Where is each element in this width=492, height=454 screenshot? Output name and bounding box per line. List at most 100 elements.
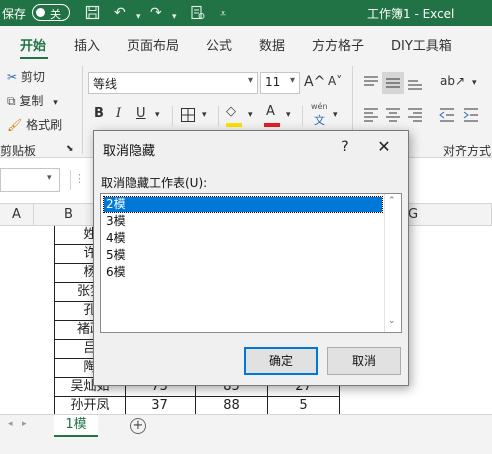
font-color-dropdown-icon[interactable]: ▾ xyxy=(286,110,291,120)
align-center-icon xyxy=(386,108,400,122)
group-divider xyxy=(82,66,83,154)
toggle-knob xyxy=(36,8,45,17)
grow-font-button[interactable]: A^ xyxy=(304,74,325,90)
tab-data[interactable]: 数据 xyxy=(259,35,285,54)
list-item[interactable]: 4模 xyxy=(104,231,382,246)
align-left-icon xyxy=(364,108,378,122)
decrease-indent-button[interactable] xyxy=(436,104,458,126)
clipboard-group-label: 剪贴板 xyxy=(0,144,37,158)
bold-button[interactable]: B xyxy=(94,106,104,121)
bottom-align-icon xyxy=(408,80,422,90)
sheet-tab-active[interactable]: 1模 xyxy=(54,415,98,437)
scissors-icon: ✂ xyxy=(7,70,18,84)
sheet-tab-bar: ◂ ▸ 1模 + xyxy=(0,414,492,454)
align-center-button[interactable] xyxy=(382,104,404,126)
tab-home[interactable]: 开始 xyxy=(20,35,46,54)
cut-label: 剪切 xyxy=(20,70,45,84)
align-left-button[interactable] xyxy=(360,104,382,126)
divider xyxy=(218,106,219,126)
list-item-selected[interactable]: 2模 xyxy=(103,196,383,213)
dialog-title: 取消隐藏 xyxy=(103,144,156,159)
scroll-up-icon[interactable]: ⌃ xyxy=(388,196,396,206)
list-item[interactable]: 3模 xyxy=(104,214,382,229)
divider xyxy=(172,106,173,126)
autosave-toggle[interactable]: 关 xyxy=(32,4,70,21)
font-size-value: 11 xyxy=(265,75,281,89)
border-dropdown-icon[interactable]: ▾ xyxy=(202,110,207,120)
font-name-combo[interactable]: 等线 ▾ xyxy=(88,72,258,94)
add-sheet-icon[interactable]: + xyxy=(130,418,146,434)
chevron-down-icon: ▾ xyxy=(247,75,253,86)
fill-color-button[interactable]: ◇ xyxy=(226,104,236,119)
dialog-prompt: 取消隐藏工作表(U): xyxy=(101,176,208,190)
active-tab-indicator xyxy=(20,57,48,59)
scroll-down-icon[interactable]: ⌄ xyxy=(388,316,396,326)
shrink-font-button[interactable]: A˅ xyxy=(328,74,342,88)
divider xyxy=(302,106,303,126)
list-item[interactable]: 6模 xyxy=(104,265,382,280)
cancel-button[interactable]: 取消 xyxy=(327,347,401,375)
format-painter-button[interactable]: 🖌 格式刷 xyxy=(7,116,62,133)
dialog-launcher-icon[interactable]: ⬊ xyxy=(66,144,74,154)
name-box[interactable]: ▾ xyxy=(0,168,60,192)
brush-icon: 🖌 xyxy=(7,118,23,132)
font-color-button[interactable]: A xyxy=(266,104,275,119)
fill-color-swatch xyxy=(226,123,242,127)
save-icon[interactable] xyxy=(85,5,100,24)
middle-align-button[interactable] xyxy=(382,72,404,94)
fill-dropdown-icon[interactable]: ▾ xyxy=(248,110,253,120)
increase-indent-icon xyxy=(463,108,478,122)
undo-dropdown-icon[interactable]: ▾ xyxy=(136,9,141,25)
increase-indent-button[interactable] xyxy=(460,104,482,126)
help-icon[interactable]: ? xyxy=(336,137,354,157)
window-title: 工作簿1 - Excel xyxy=(367,7,455,21)
unhide-dialog: 取消隐藏 ? ✕ 取消隐藏工作表(U): 2模 3模 4模 5模 6模 ⌃ ⌄ … xyxy=(93,130,409,386)
scroll-right-icon[interactable]: ▸ xyxy=(22,419,27,429)
phonetic-top: wén xyxy=(311,102,328,111)
orientation-dropdown-icon[interactable]: ▾ xyxy=(472,78,477,88)
cut-button[interactable]: ✂ 剪切 xyxy=(7,68,45,85)
orientation-icon[interactable]: ab↗ xyxy=(440,74,465,88)
font-color-swatch xyxy=(264,123,280,127)
italic-button[interactable]: I xyxy=(116,106,121,121)
ribbon-tabs: 开始 插入 页面布局 公式 数据 方方格子 DIY工具箱 xyxy=(0,26,492,62)
divider xyxy=(70,170,71,190)
tab-page-layout[interactable]: 页面布局 xyxy=(127,35,179,54)
undo-icon[interactable]: ↶ xyxy=(114,5,126,21)
border-icon xyxy=(181,108,195,122)
customize-icon[interactable]: ⩡ xyxy=(220,6,226,22)
tab-diy-toolbox[interactable]: DIY工具箱 xyxy=(391,35,452,54)
autosave-label: 保存 xyxy=(2,7,27,21)
scroll-left-icon[interactable]: ◂ xyxy=(8,419,13,429)
font-name-value: 等线 xyxy=(93,77,118,91)
underline-button[interactable]: U xyxy=(136,106,146,121)
tab-formulas[interactable]: 公式 xyxy=(206,35,232,54)
copy-dropdown-icon: ▾ xyxy=(53,98,58,108)
copy-icon: ⧉ xyxy=(7,94,16,108)
redo-icon[interactable]: ↷ xyxy=(150,5,162,21)
bottom-align-button[interactable] xyxy=(404,72,426,94)
chevron-down-icon: ▾ xyxy=(47,173,52,183)
ok-button[interactable]: 确定 xyxy=(244,347,318,375)
close-icon[interactable]: ✕ xyxy=(374,137,394,157)
tab-fangfang[interactable]: 方方格子 xyxy=(312,35,364,54)
copy-button[interactable]: ⧉ 复制 ▾ xyxy=(7,92,58,109)
phonetic-button[interactable]: 文 xyxy=(314,112,325,128)
grip-icon: ⋮ xyxy=(74,172,85,185)
alignment-group-label: 对齐方式 xyxy=(443,144,492,158)
top-align-button[interactable] xyxy=(360,72,382,94)
form-icon[interactable] xyxy=(190,5,205,24)
list-item[interactable]: 5模 xyxy=(104,248,382,263)
redo-dropdown-icon[interactable]: ▾ xyxy=(172,9,177,25)
align-right-button[interactable] xyxy=(404,104,426,126)
font-size-combo[interactable]: 11 ▾ xyxy=(260,72,300,94)
copy-label: 复制 xyxy=(19,94,44,108)
tab-insert[interactable]: 插入 xyxy=(74,35,100,54)
listbox-scrollbar[interactable]: ⌃ ⌄ xyxy=(384,194,401,332)
sheet-listbox[interactable]: 2模 3模 4模 5模 6模 ⌃ ⌄ xyxy=(100,193,402,333)
underline-dropdown-icon[interactable]: ▾ xyxy=(155,110,160,120)
column-header-a[interactable]: A xyxy=(0,204,34,226)
paint-bucket-icon: ◇ xyxy=(226,104,236,119)
phonetic-dropdown-icon[interactable]: ▾ xyxy=(333,110,338,120)
border-button[interactable] xyxy=(180,107,196,126)
